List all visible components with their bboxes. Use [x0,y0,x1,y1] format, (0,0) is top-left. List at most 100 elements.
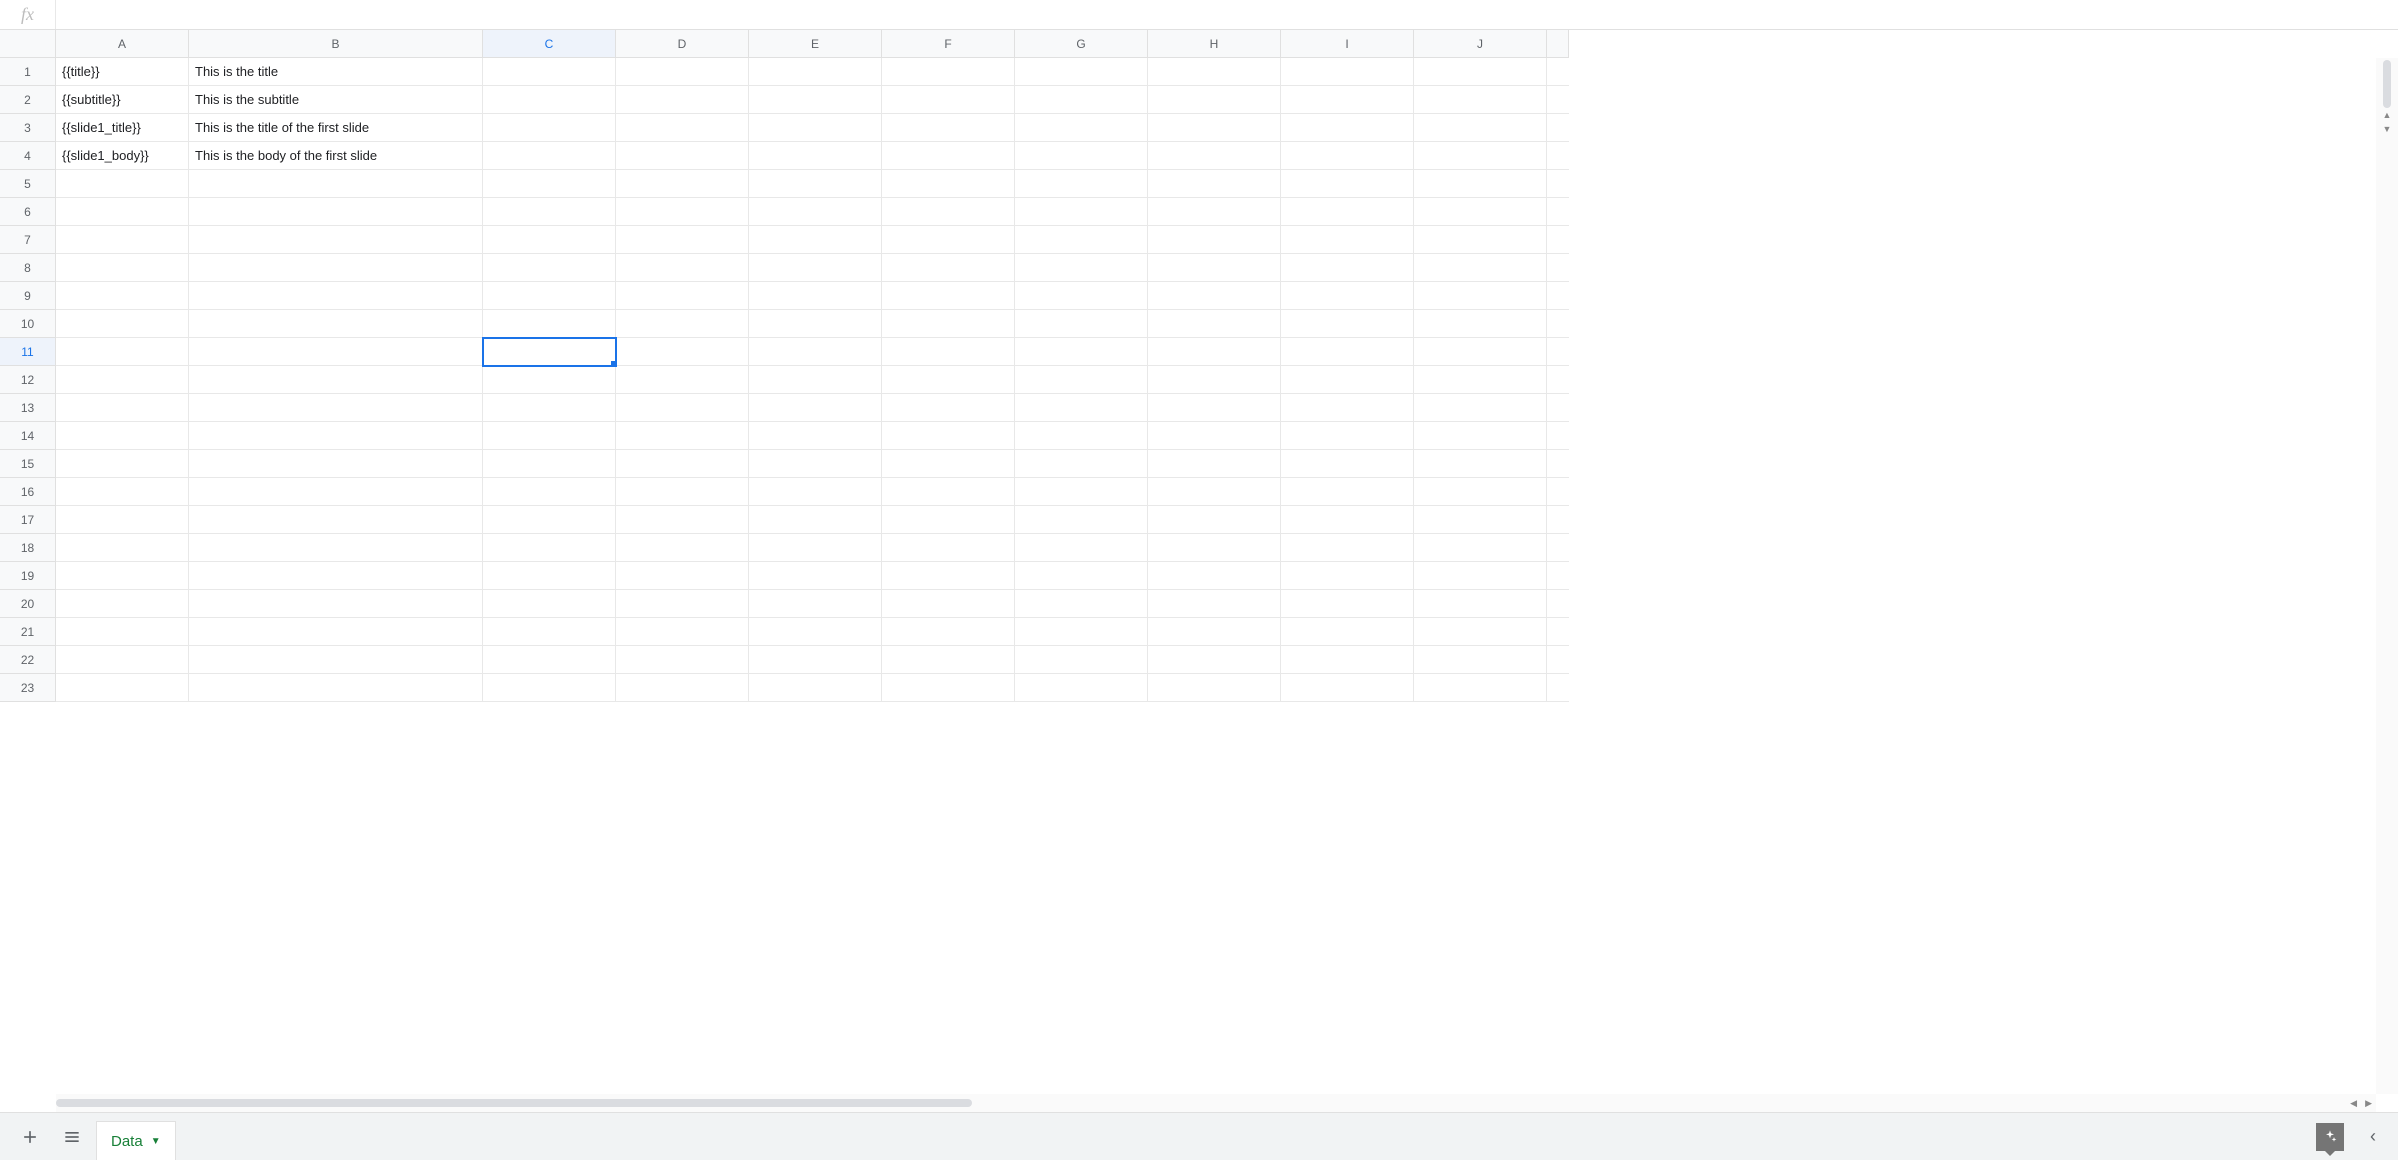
cell[interactable] [1015,534,1148,562]
horizontal-scroll-track[interactable] [56,1099,2346,1107]
cell[interactable] [189,394,483,422]
vertical-scrollbar[interactable]: ▲ ▼ [2376,58,2398,1094]
cell[interactable] [56,226,189,254]
row-header[interactable]: 2 [0,86,56,114]
scroll-right-icon[interactable]: ▶ [2361,1098,2376,1109]
cell[interactable] [749,226,882,254]
cell[interactable] [1148,310,1281,338]
cell[interactable] [616,450,749,478]
cell[interactable] [882,142,1015,170]
cell[interactable] [749,394,882,422]
cell[interactable] [1148,58,1281,86]
cell[interactable] [56,394,189,422]
cell[interactable] [1414,422,1547,450]
select-all-corner[interactable] [0,30,56,58]
cell[interactable] [483,282,616,310]
cell[interactable] [1281,58,1414,86]
column-header[interactable]: J [1414,30,1547,58]
cell[interactable] [1148,226,1281,254]
cell[interactable] [1015,170,1148,198]
cell[interactable] [616,86,749,114]
cell[interactable] [1414,226,1547,254]
cell[interactable] [56,590,189,618]
scroll-down-icon[interactable]: ▼ [2383,122,2392,136]
cell[interactable] [1148,646,1281,674]
cell[interactable] [1414,590,1547,618]
cell[interactable] [189,282,483,310]
cell[interactable]: This is the subtitle [189,86,483,114]
row-header[interactable]: 16 [0,478,56,506]
cell[interactable] [483,86,616,114]
cell[interactable] [1281,366,1414,394]
cell[interactable] [749,310,882,338]
cell[interactable]: {{subtitle}} [56,86,189,114]
cell[interactable] [882,114,1015,142]
cell[interactable] [1281,506,1414,534]
row-header[interactable]: 3 [0,114,56,142]
cell[interactable] [189,646,483,674]
row-header[interactable]: 9 [0,282,56,310]
cell[interactable] [616,562,749,590]
cell[interactable] [56,198,189,226]
row-header[interactable]: 15 [0,450,56,478]
cell[interactable] [1414,58,1547,86]
column-header[interactable]: I [1281,30,1414,58]
formula-input[interactable] [56,0,2398,29]
row-header[interactable]: 5 [0,170,56,198]
column-header[interactable]: B [189,30,483,58]
column-header[interactable]: F [882,30,1015,58]
cell[interactable] [1148,618,1281,646]
cell[interactable] [56,674,189,702]
cell[interactable] [1015,366,1148,394]
cell[interactable] [56,282,189,310]
cell[interactable] [1281,282,1414,310]
cell[interactable] [189,254,483,282]
cell[interactable] [1281,674,1414,702]
cell[interactable] [749,114,882,142]
vertical-scroll-thumb[interactable] [2383,60,2391,108]
cell[interactable] [882,394,1015,422]
cell[interactable] [483,254,616,282]
cell[interactable] [56,646,189,674]
cell[interactable] [189,590,483,618]
cell[interactable] [483,618,616,646]
cell[interactable] [1281,422,1414,450]
cell[interactable] [749,86,882,114]
cell[interactable] [1414,338,1547,366]
cell[interactable] [749,618,882,646]
cell[interactable] [1015,478,1148,506]
cell[interactable] [1015,198,1148,226]
cell[interactable] [1281,310,1414,338]
cell[interactable] [1414,618,1547,646]
cell[interactable] [1414,478,1547,506]
cell[interactable] [749,142,882,170]
horizontal-scrollbar[interactable]: ◀ ▶ [56,1094,2376,1112]
cell[interactable] [189,618,483,646]
cell[interactable] [749,422,882,450]
cell[interactable] [189,170,483,198]
row-header[interactable]: 17 [0,506,56,534]
cell[interactable] [749,562,882,590]
cell[interactable] [1015,310,1148,338]
cell[interactable] [56,338,189,366]
cell[interactable] [1015,422,1148,450]
cell[interactable] [1414,86,1547,114]
cell[interactable] [1414,198,1547,226]
cell[interactable] [189,562,483,590]
cell[interactable] [483,562,616,590]
cell[interactable] [1281,338,1414,366]
cell[interactable]: This is the body of the first slide [189,142,483,170]
column-header[interactable]: A [56,30,189,58]
cell[interactable] [1281,450,1414,478]
column-header[interactable]: D [616,30,749,58]
cell[interactable] [1148,170,1281,198]
row-header[interactable]: 21 [0,618,56,646]
horizontal-scroll-thumb[interactable] [56,1099,972,1107]
row-header[interactable]: 6 [0,198,56,226]
cell[interactable] [1414,534,1547,562]
row-header[interactable]: 4 [0,142,56,170]
row-header[interactable]: 20 [0,590,56,618]
cell[interactable] [1015,590,1148,618]
cell[interactable] [1414,310,1547,338]
cell[interactable] [616,282,749,310]
